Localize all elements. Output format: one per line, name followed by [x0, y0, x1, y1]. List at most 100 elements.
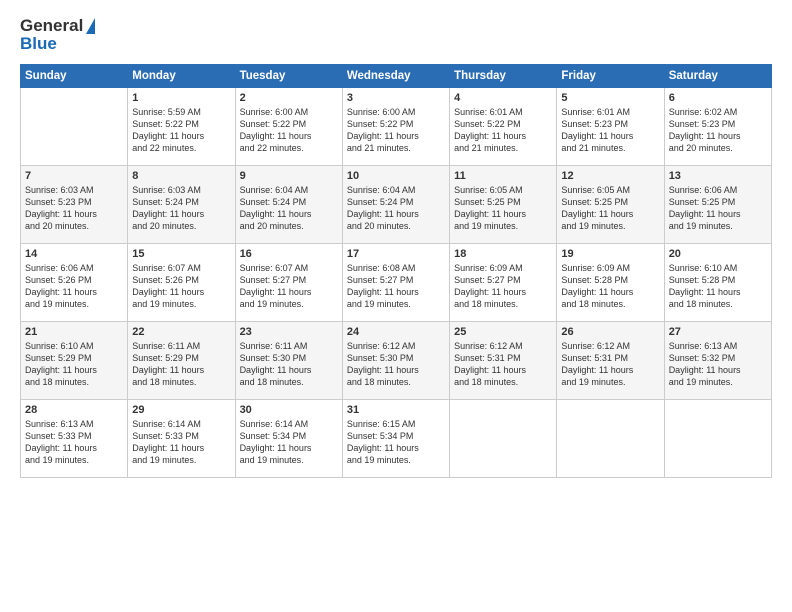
header-cell-sunday: Sunday — [21, 65, 128, 88]
day-number: 27 — [669, 326, 767, 338]
logo-general-text: General — [20, 16, 83, 36]
day-info: Sunrise: 6:15 AM Sunset: 5:34 PM Dayligh… — [347, 418, 445, 467]
day-number: 2 — [240, 92, 338, 104]
day-cell: 22Sunrise: 6:11 AM Sunset: 5:29 PM Dayli… — [128, 322, 235, 400]
day-info: Sunrise: 6:06 AM Sunset: 5:26 PM Dayligh… — [25, 262, 123, 311]
day-number: 24 — [347, 326, 445, 338]
day-info: Sunrise: 6:04 AM Sunset: 5:24 PM Dayligh… — [240, 184, 338, 233]
day-number: 14 — [25, 248, 123, 260]
week-row-4: 21 Sunrise: 6:10 AM Sunset: 5:29 PM Dayli… — [21, 322, 772, 400]
week-row-5: 28 Sunrise: 6:13 AM Sunset: 5:33 PM Dayli… — [21, 400, 772, 478]
day-cell: 26 Sunrise: 6:12 AM Sunset: 5:31 PM Dayli… — [557, 322, 664, 400]
day-info: Sunrise: 6:00 AM Sunset: 5:22 PM Dayligh… — [240, 106, 338, 155]
day-info: Sunrise: 6:05 AM Sunset: 5:25 PM Dayligh… — [561, 184, 659, 233]
calendar-table: SundayMondayTuesdayWednesdayThursdayFrid… — [20, 64, 772, 478]
day-info: Sunrise: 6:14 AM Sunset: 5:34 PM Dayligh… — [240, 418, 338, 467]
day-cell: 6Sunrise: 6:02 AM Sunset: 5:23 PM Daylig… — [664, 88, 771, 166]
day-info: Sunrise: 6:10 AM Sunset: 5:28 PM Dayligh… — [669, 262, 767, 311]
day-info: Sunrise: 6:12 AM Sunset: 5:31 PM Dayligh… — [561, 340, 659, 389]
day-info: Sunrise: 6:09 AM Sunset: 5:27 PM Dayligh… — [454, 262, 552, 311]
day-number: 16 — [240, 248, 338, 260]
day-cell: 14 Sunrise: 6:06 AM Sunset: 5:26 PM Dayli… — [21, 244, 128, 322]
day-cell: 17 Sunrise: 6:08 AM Sunset: 5:27 PM Dayli… — [342, 244, 449, 322]
day-info: Sunrise: 6:01 AM Sunset: 5:22 PM Dayligh… — [454, 106, 552, 155]
day-info: Sunrise: 6:12 AM Sunset: 5:30 PM Dayligh… — [347, 340, 445, 389]
day-cell: 21 Sunrise: 6:10 AM Sunset: 5:29 PM Dayli… — [21, 322, 128, 400]
day-number: 23 — [240, 326, 338, 338]
logo-blue-text: Blue — [20, 34, 57, 54]
day-number: 17 — [347, 248, 445, 260]
day-cell: 20Sunrise: 6:10 AM Sunset: 5:28 PM Dayli… — [664, 244, 771, 322]
week-row-2: 7 Sunrise: 6:03 AM Sunset: 5:23 PM Daylig… — [21, 166, 772, 244]
day-cell: 30 Sunrise: 6:14 AM Sunset: 5:34 PM Dayli… — [235, 400, 342, 478]
day-number: 29 — [132, 404, 230, 416]
day-cell: 24 Sunrise: 6:12 AM Sunset: 5:30 PM Dayli… — [342, 322, 449, 400]
header-cell-saturday: Saturday — [664, 65, 771, 88]
day-number: 4 — [454, 92, 552, 104]
day-cell: 19 Sunrise: 6:09 AM Sunset: 5:28 PM Dayli… — [557, 244, 664, 322]
day-info: Sunrise: 6:03 AM Sunset: 5:24 PM Dayligh… — [132, 184, 230, 233]
day-cell — [557, 400, 664, 478]
day-cell: 9 Sunrise: 6:04 AM Sunset: 5:24 PM Daylig… — [235, 166, 342, 244]
day-info: Sunrise: 6:13 AM Sunset: 5:33 PM Dayligh… — [25, 418, 123, 467]
day-info: Sunrise: 6:05 AM Sunset: 5:25 PM Dayligh… — [454, 184, 552, 233]
day-number: 21 — [25, 326, 123, 338]
day-cell: 27 Sunrise: 6:13 AM Sunset: 5:32 PM Dayli… — [664, 322, 771, 400]
day-number: 12 — [561, 170, 659, 182]
day-number: 7 — [25, 170, 123, 182]
day-info: Sunrise: 6:04 AM Sunset: 5:24 PM Dayligh… — [347, 184, 445, 233]
day-cell: 3 Sunrise: 6:00 AM Sunset: 5:22 PM Daylig… — [342, 88, 449, 166]
day-number: 26 — [561, 326, 659, 338]
day-info: Sunrise: 6:10 AM Sunset: 5:29 PM Dayligh… — [25, 340, 123, 389]
day-number: 5 — [561, 92, 659, 104]
day-cell: 10 Sunrise: 6:04 AM Sunset: 5:24 PM Dayli… — [342, 166, 449, 244]
day-number: 25 — [454, 326, 552, 338]
logo: General Blue — [20, 16, 95, 54]
day-cell: 1Sunrise: 5:59 AM Sunset: 5:22 PM Daylig… — [128, 88, 235, 166]
day-number: 31 — [347, 404, 445, 416]
day-cell: 12 Sunrise: 6:05 AM Sunset: 5:25 PM Dayli… — [557, 166, 664, 244]
header: General Blue — [20, 16, 772, 54]
day-cell: 15 Sunrise: 6:07 AM Sunset: 5:26 PM Dayli… — [128, 244, 235, 322]
day-number: 9 — [240, 170, 338, 182]
header-row: SundayMondayTuesdayWednesdayThursdayFrid… — [21, 65, 772, 88]
day-cell: 25 Sunrise: 6:12 AM Sunset: 5:31 PM Dayli… — [450, 322, 557, 400]
day-info: Sunrise: 6:07 AM Sunset: 5:27 PM Dayligh… — [240, 262, 338, 311]
day-info: Sunrise: 6:03 AM Sunset: 5:23 PM Dayligh… — [25, 184, 123, 233]
day-number: 15 — [132, 248, 230, 260]
day-info: Sunrise: 6:02 AM Sunset: 5:23 PM Dayligh… — [669, 106, 767, 155]
week-row-3: 14 Sunrise: 6:06 AM Sunset: 5:26 PM Dayli… — [21, 244, 772, 322]
day-info: Sunrise: 6:08 AM Sunset: 5:27 PM Dayligh… — [347, 262, 445, 311]
day-number: 10 — [347, 170, 445, 182]
day-info: Sunrise: 6:12 AM Sunset: 5:31 PM Dayligh… — [454, 340, 552, 389]
day-cell: 13Sunrise: 6:06 AM Sunset: 5:25 PM Dayli… — [664, 166, 771, 244]
day-cell: 16 Sunrise: 6:07 AM Sunset: 5:27 PM Dayli… — [235, 244, 342, 322]
day-number: 19 — [561, 248, 659, 260]
header-cell-wednesday: Wednesday — [342, 65, 449, 88]
day-cell: 29Sunrise: 6:14 AM Sunset: 5:33 PM Dayli… — [128, 400, 235, 478]
day-info: Sunrise: 6:11 AM Sunset: 5:30 PM Dayligh… — [240, 340, 338, 389]
day-info: Sunrise: 6:01 AM Sunset: 5:23 PM Dayligh… — [561, 106, 659, 155]
day-cell: 31 Sunrise: 6:15 AM Sunset: 5:34 PM Dayli… — [342, 400, 449, 478]
header-cell-thursday: Thursday — [450, 65, 557, 88]
day-number: 3 — [347, 92, 445, 104]
day-cell: 18 Sunrise: 6:09 AM Sunset: 5:27 PM Dayli… — [450, 244, 557, 322]
day-info: Sunrise: 6:07 AM Sunset: 5:26 PM Dayligh… — [132, 262, 230, 311]
day-info: Sunrise: 6:00 AM Sunset: 5:22 PM Dayligh… — [347, 106, 445, 155]
header-cell-tuesday: Tuesday — [235, 65, 342, 88]
header-cell-monday: Monday — [128, 65, 235, 88]
day-number: 30 — [240, 404, 338, 416]
day-cell: 4 Sunrise: 6:01 AM Sunset: 5:22 PM Daylig… — [450, 88, 557, 166]
day-number: 1 — [132, 92, 230, 104]
day-cell — [21, 88, 128, 166]
day-number: 11 — [454, 170, 552, 182]
day-number: 18 — [454, 248, 552, 260]
day-number: 28 — [25, 404, 123, 416]
day-cell: 11 Sunrise: 6:05 AM Sunset: 5:25 PM Dayli… — [450, 166, 557, 244]
day-info: Sunrise: 6:09 AM Sunset: 5:28 PM Dayligh… — [561, 262, 659, 311]
week-row-1: 1Sunrise: 5:59 AM Sunset: 5:22 PM Daylig… — [21, 88, 772, 166]
day-info: Sunrise: 6:13 AM Sunset: 5:32 PM Dayligh… — [669, 340, 767, 389]
day-cell: 2 Sunrise: 6:00 AM Sunset: 5:22 PM Daylig… — [235, 88, 342, 166]
header-cell-friday: Friday — [557, 65, 664, 88]
day-cell — [664, 400, 771, 478]
